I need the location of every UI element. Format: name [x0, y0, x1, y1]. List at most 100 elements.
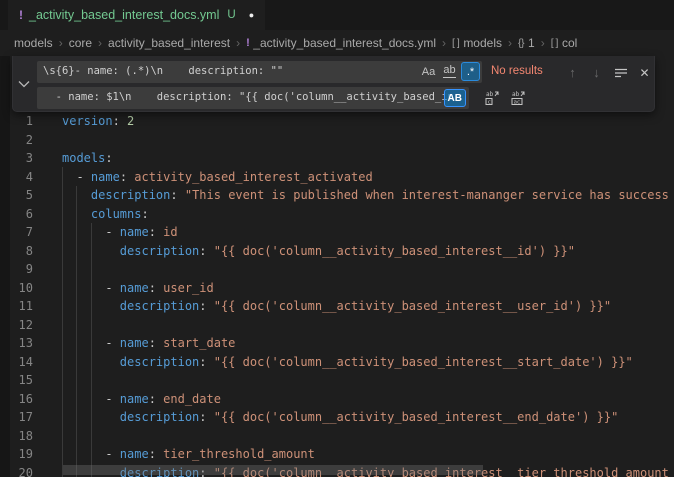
breadcrumb-separator: ›: [98, 36, 102, 50]
svg-text:ac: ac: [513, 100, 520, 106]
line-number[interactable]: 10: [0, 279, 33, 298]
breadcrumb-item-activity_based_interest[interactable]: activity_based_interest: [108, 36, 230, 50]
code-line[interactable]: - name: end_date: [62, 390, 669, 409]
replace-icon: ab c: [484, 90, 500, 106]
code-line[interactable]: description: "{{ doc('column__activity_b…: [62, 242, 669, 261]
line-number[interactable]: 18: [0, 427, 33, 446]
replace-all-icon: ab ac: [511, 90, 528, 106]
line-number[interactable]: 19: [0, 445, 33, 464]
breadcrumb-separator: ›: [541, 36, 545, 50]
breadcrumb-label: models: [463, 36, 502, 50]
code-area[interactable]: version: 2 models: - name: activity_based…: [62, 112, 669, 477]
toggle-replace-button[interactable]: [13, 56, 35, 111]
code-line[interactable]: - name: activity_based_interest_activate…: [62, 168, 669, 187]
replace-actions: ab c ab ac: [483, 89, 528, 107]
code-line[interactable]: columns:: [62, 205, 669, 224]
breadcrumb-item-_activity_based_interest_docs.yml[interactable]: ! _activity_based_interest_docs.yml: [246, 36, 436, 50]
next-match-button[interactable]: ↓: [587, 63, 606, 82]
line-number[interactable]: 8: [0, 242, 33, 261]
line-number[interactable]: 13: [0, 334, 33, 353]
regex-toggle[interactable]: .*: [461, 62, 480, 81]
whole-word-toggle[interactable]: ab: [440, 62, 459, 81]
code-line[interactable]: - name: start_date: [62, 334, 669, 353]
breadcrumb-separator: ›: [236, 36, 240, 50]
svg-text:ab: ab: [512, 91, 520, 98]
find-option-toggles: Aaab.*: [419, 62, 480, 81]
close-find-widget-button[interactable]: ✕: [635, 63, 654, 82]
line-number[interactable]: 11: [0, 297, 33, 316]
code-line[interactable]: [62, 371, 669, 390]
line-number[interactable]: 15: [0, 371, 33, 390]
find-replace-widget: \s{6}- name: (.*)\n description: "" Aaab…: [12, 56, 655, 112]
indent-guide: [76, 186, 77, 477]
selection-icon: [614, 67, 628, 79]
code-line[interactable]: [62, 427, 669, 446]
code-line[interactable]: description: "This event is published wh…: [62, 186, 669, 205]
breadcrumb-label: col: [562, 36, 577, 50]
breadcrumb-item-models[interactable]: models: [14, 36, 53, 50]
line-number-gutter: 1234567891011121314151617181920: [0, 112, 33, 477]
breadcrumb-item-1[interactable]: {} 1: [518, 36, 535, 50]
find-status: No results: [491, 65, 543, 77]
code-line[interactable]: description: "{{ doc('column__activity_b…: [62, 353, 669, 372]
object-symbol-icon: {}: [518, 37, 524, 49]
breadcrumb-separator: ›: [508, 36, 512, 50]
code-line[interactable]: [62, 131, 669, 150]
breadcrumb-separator: ›: [442, 36, 446, 50]
indent-guide: [91, 223, 92, 477]
breadcrumb-item-col[interactable]: [ ] col: [551, 36, 578, 50]
replace-value-text: - name: $1\n description: "{{ doc('colum…: [43, 91, 454, 103]
editor-tab[interactable]: ! _activity_based_interest_docs.yml U ●: [8, 0, 265, 30]
git-status-badge: U: [227, 9, 235, 21]
horizontal-scrollbar[interactable]: [63, 465, 483, 475]
replace-button[interactable]: ab c: [483, 89, 501, 107]
breadcrumb: models › core › activity_based_interest ›! _ac…: [0, 30, 674, 56]
chevron-down-icon: [18, 80, 30, 88]
code-line[interactable]: version: 2: [62, 112, 669, 131]
tab-bar: ! _activity_based_interest_docs.yml U ●: [0, 0, 674, 30]
breadcrumb-label: models: [14, 36, 53, 50]
code-line[interactable]: description: "{{ doc('column__activity_b…: [62, 297, 669, 316]
line-number[interactable]: 1: [0, 112, 33, 131]
line-number[interactable]: 20: [0, 464, 33, 477]
find-input[interactable]: \s{6}- name: (.*)\n description: "" Aaab…: [37, 61, 482, 83]
code-line[interactable]: - name: user_id: [62, 279, 669, 298]
line-number[interactable]: 3: [0, 149, 33, 168]
preserve-case-toggle[interactable]: AB: [444, 89, 466, 107]
tab-filename: _activity_based_interest_docs.yml: [29, 8, 219, 22]
breadcrumb-item-core[interactable]: core: [69, 36, 92, 50]
yaml-file-icon: !: [246, 37, 249, 49]
code-line[interactable]: - name: tier_threshold_amount: [62, 445, 669, 464]
replace-input[interactable]: - name: $1\n description: "{{ doc('colum…: [37, 87, 469, 109]
previous-match-button[interactable]: ↑: [563, 63, 582, 82]
match-case-toggle[interactable]: Aa: [419, 62, 438, 81]
indent-guide: [62, 167, 63, 477]
unsaved-dot-icon[interactable]: ●: [249, 10, 254, 20]
line-number[interactable]: 16: [0, 390, 33, 409]
yaml-file-icon: !: [19, 8, 23, 22]
line-number[interactable]: 12: [0, 316, 33, 335]
line-number[interactable]: 9: [0, 260, 33, 279]
array-symbol-icon: [ ]: [551, 37, 558, 49]
line-number[interactable]: 2: [0, 131, 33, 150]
vscode-window: ! _activity_based_interest_docs.yml U ● …: [0, 0, 674, 477]
line-number[interactable]: 6: [0, 205, 33, 224]
code-line[interactable]: - name: id: [62, 223, 669, 242]
line-number[interactable]: 4: [0, 168, 33, 187]
code-line[interactable]: [62, 260, 669, 279]
find-query-text: \s{6}- name: (.*)\n description: "": [43, 65, 283, 77]
svg-text:c: c: [488, 100, 491, 106]
breadcrumb-label: _activity_based_interest_docs.yml: [253, 36, 436, 50]
breadcrumb-item-models[interactable]: [ ]models: [452, 36, 502, 50]
code-line[interactable]: description: "{{ doc('column__activity_b…: [62, 408, 669, 427]
line-number[interactable]: 17: [0, 408, 33, 427]
line-number[interactable]: 7: [0, 223, 33, 242]
line-number[interactable]: 5: [0, 186, 33, 205]
line-number[interactable]: 14: [0, 353, 33, 372]
find-in-selection-button[interactable]: [611, 63, 630, 82]
breadcrumb-label: 1: [528, 36, 535, 50]
replace-all-button[interactable]: ab ac: [510, 89, 528, 107]
code-line[interactable]: models:: [62, 149, 669, 168]
breadcrumb-separator: ›: [59, 36, 63, 50]
code-line[interactable]: [62, 316, 669, 335]
